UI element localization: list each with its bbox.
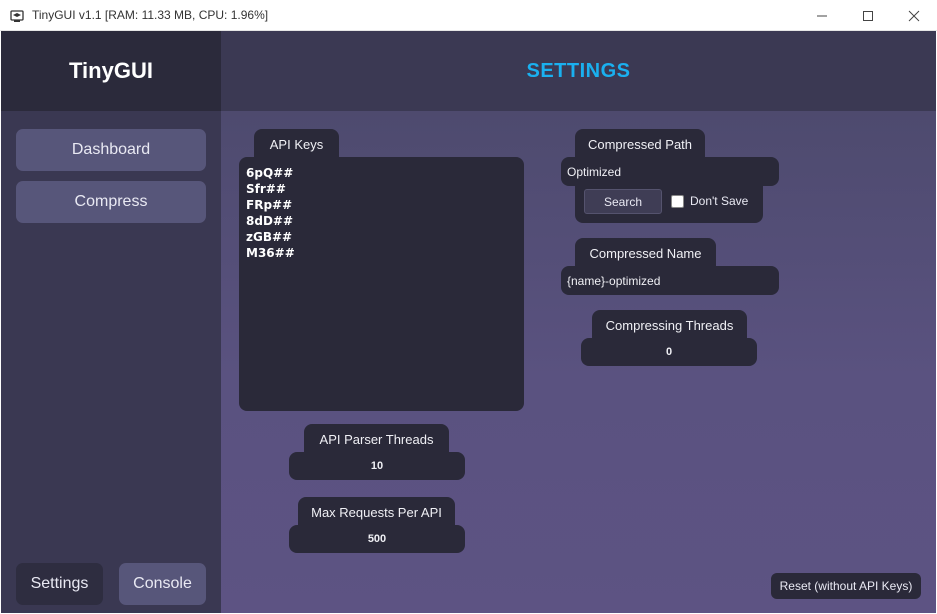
compressed-name-label: Compressed Name: [575, 238, 716, 268]
sidebar: TinyGUI Dashboard Compress Settings Cons…: [1, 31, 221, 613]
api-key-line: 6pQ##: [246, 166, 294, 180]
api-keys-label: API Keys: [254, 129, 339, 159]
max-requests-input[interactable]: 500: [289, 525, 465, 553]
api-key-line: 8dD##: [246, 214, 294, 228]
app-client: TinyGUI Dashboard Compress Settings Cons…: [1, 31, 936, 613]
header: SETTINGS: [221, 31, 936, 111]
maximize-button[interactable]: [845, 0, 891, 31]
api-parser-threads-input[interactable]: 10: [289, 452, 465, 480]
sidebar-item-dashboard[interactable]: Dashboard: [16, 129, 206, 171]
compressed-path-label: Compressed Path: [575, 129, 705, 159]
dont-save-checkbox[interactable]: [671, 195, 684, 208]
close-button[interactable]: [891, 0, 937, 31]
api-keys-textarea[interactable]: 6pQ## Sfr## FRp## 8dD## zGB## M36##: [239, 157, 524, 411]
app-icon: [10, 8, 24, 22]
minimize-icon: [817, 15, 827, 16]
compressed-name-input[interactable]: {name}-optimized: [561, 266, 779, 295]
app-logo: TinyGUI: [69, 58, 153, 83]
settings-button[interactable]: Settings: [16, 563, 103, 605]
api-parser-threads-label: API Parser Threads: [304, 424, 449, 454]
api-key-line: zGB##: [246, 230, 293, 244]
compressing-threads-label: Compressing Threads: [592, 310, 747, 340]
minimize-button[interactable]: [799, 0, 845, 31]
close-icon: [908, 10, 920, 21]
reset-button[interactable]: Reset (without API Keys): [771, 573, 921, 599]
sidebar-item-compress[interactable]: Compress: [16, 181, 206, 223]
dont-save-label: Don't Save: [690, 194, 749, 208]
console-button[interactable]: Console: [119, 563, 206, 605]
compressed-path-input[interactable]: Optimized: [561, 157, 779, 186]
logo-area: TinyGUI: [1, 31, 221, 111]
page-title: SETTINGS: [526, 59, 631, 82]
api-key-line: M36##: [246, 246, 295, 260]
maximize-icon: [863, 10, 873, 21]
main-panel: SETTINGS API Keys 6pQ## Sfr## FRp## 8dD#…: [221, 31, 936, 613]
max-requests-label: Max Requests Per API: [298, 497, 455, 527]
search-button[interactable]: Search: [584, 189, 662, 214]
api-key-line: Sfr##: [246, 182, 286, 196]
title-bar: TinyGUI v1.1 [RAM: 11.33 MB, CPU: 1.96%]: [0, 0, 937, 31]
window-title: TinyGUI v1.1 [RAM: 11.33 MB, CPU: 1.96%]: [32, 8, 269, 22]
compressing-threads-input[interactable]: 0: [581, 338, 757, 366]
api-key-line: FRp##: [246, 198, 293, 212]
